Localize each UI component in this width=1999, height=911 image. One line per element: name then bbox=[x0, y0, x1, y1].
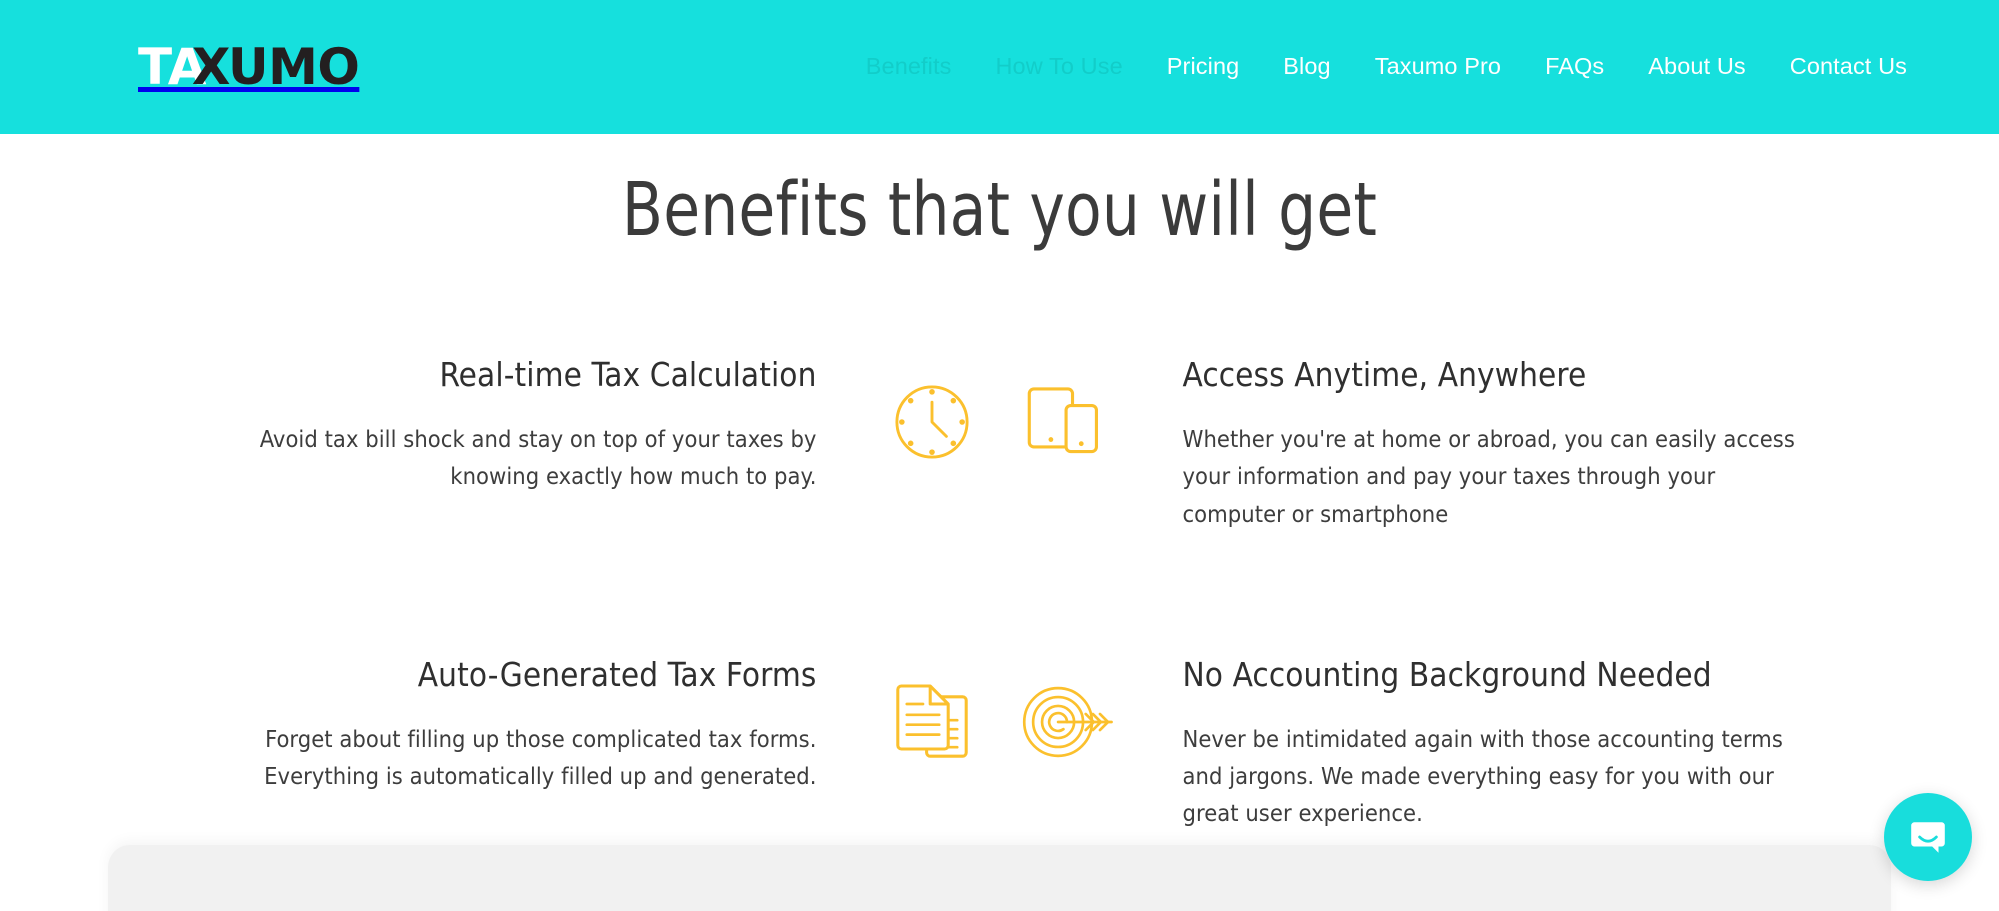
benefit-card-access-anytime-anywhere: Access Anytime, Anywhere Whether you're … bbox=[1135, 345, 1815, 533]
nav-item-blog[interactable]: Blog bbox=[1261, 55, 1352, 79]
next-section-panel bbox=[108, 845, 1891, 911]
benefits-grid: Real-time Tax Calculation Avoid tax bill… bbox=[0, 345, 1999, 832]
benefit-card-auto-generated-tax-forms: Auto-Generated Tax Forms Forget about fi… bbox=[185, 645, 865, 833]
nav-item-taxumo-pro[interactable]: Taxumo Pro bbox=[1353, 55, 1523, 79]
brand-logo-x: X bbox=[191, 38, 231, 96]
benefit-icon-slot bbox=[1000, 645, 1135, 833]
benefit-description: Avoid tax bill shock and stay on top of … bbox=[259, 425, 817, 491]
benefit-description: Never be intimidated again with those ac… bbox=[1182, 724, 1783, 828]
chat-bubble-icon bbox=[1911, 822, 1945, 853]
grid-row-spacer bbox=[185, 533, 1815, 645]
benefit-icon-slot bbox=[865, 345, 1000, 533]
benefit-description: Whether you're at home or abroad, you ca… bbox=[1182, 425, 1795, 528]
benefit-title: Auto-Generated Tax Forms bbox=[417, 654, 817, 694]
nav-item-benefits[interactable]: Benefits bbox=[844, 55, 974, 79]
page-title: Benefits that you will get bbox=[621, 167, 1378, 253]
documents-icon bbox=[896, 684, 968, 758]
clock-icon bbox=[895, 385, 969, 459]
benefit-title: Real-time Tax Calculation bbox=[439, 355, 817, 394]
nav-item-faqs[interactable]: FAQs bbox=[1523, 55, 1626, 79]
nav-item-pricing[interactable]: Pricing bbox=[1145, 55, 1262, 79]
nav-item-contact-us[interactable]: Contact Us bbox=[1768, 55, 1929, 79]
benefit-title: Access Anytime, Anywhere bbox=[1182, 355, 1587, 394]
brand-logo-umo: UMO bbox=[227, 38, 360, 96]
page-root: TA X UMO Benefits How To Use Pricing Blog … bbox=[0, 0, 1999, 911]
chat-launcher-button[interactable] bbox=[1884, 793, 1972, 881]
benefit-icon-slot bbox=[865, 645, 1000, 833]
site-header: TA X UMO Benefits How To Use Pricing Blog … bbox=[0, 0, 1999, 134]
benefit-description: Forget about filling up those complicate… bbox=[264, 724, 817, 790]
benefit-title: No Accounting Background Needed bbox=[1182, 654, 1712, 694]
main-nav: Benefits How To Use Pricing Blog Taxumo … bbox=[844, 0, 1929, 134]
nav-item-how-to-use[interactable]: How To Use bbox=[973, 55, 1144, 79]
target-arrow-icon bbox=[1022, 686, 1113, 757]
devices-icon bbox=[1027, 387, 1099, 454]
brand-logo[interactable]: TA X UMO bbox=[138, 38, 360, 96]
nav-item-about-us[interactable]: About Us bbox=[1626, 55, 1767, 79]
benefit-card-real-time-tax-calculation: Real-time Tax Calculation Avoid tax bill… bbox=[185, 345, 865, 533]
benefit-icon-slot bbox=[1000, 345, 1135, 533]
benefit-card-no-accounting-background-needed: No Accounting Background Needed Never be… bbox=[1135, 645, 1815, 833]
